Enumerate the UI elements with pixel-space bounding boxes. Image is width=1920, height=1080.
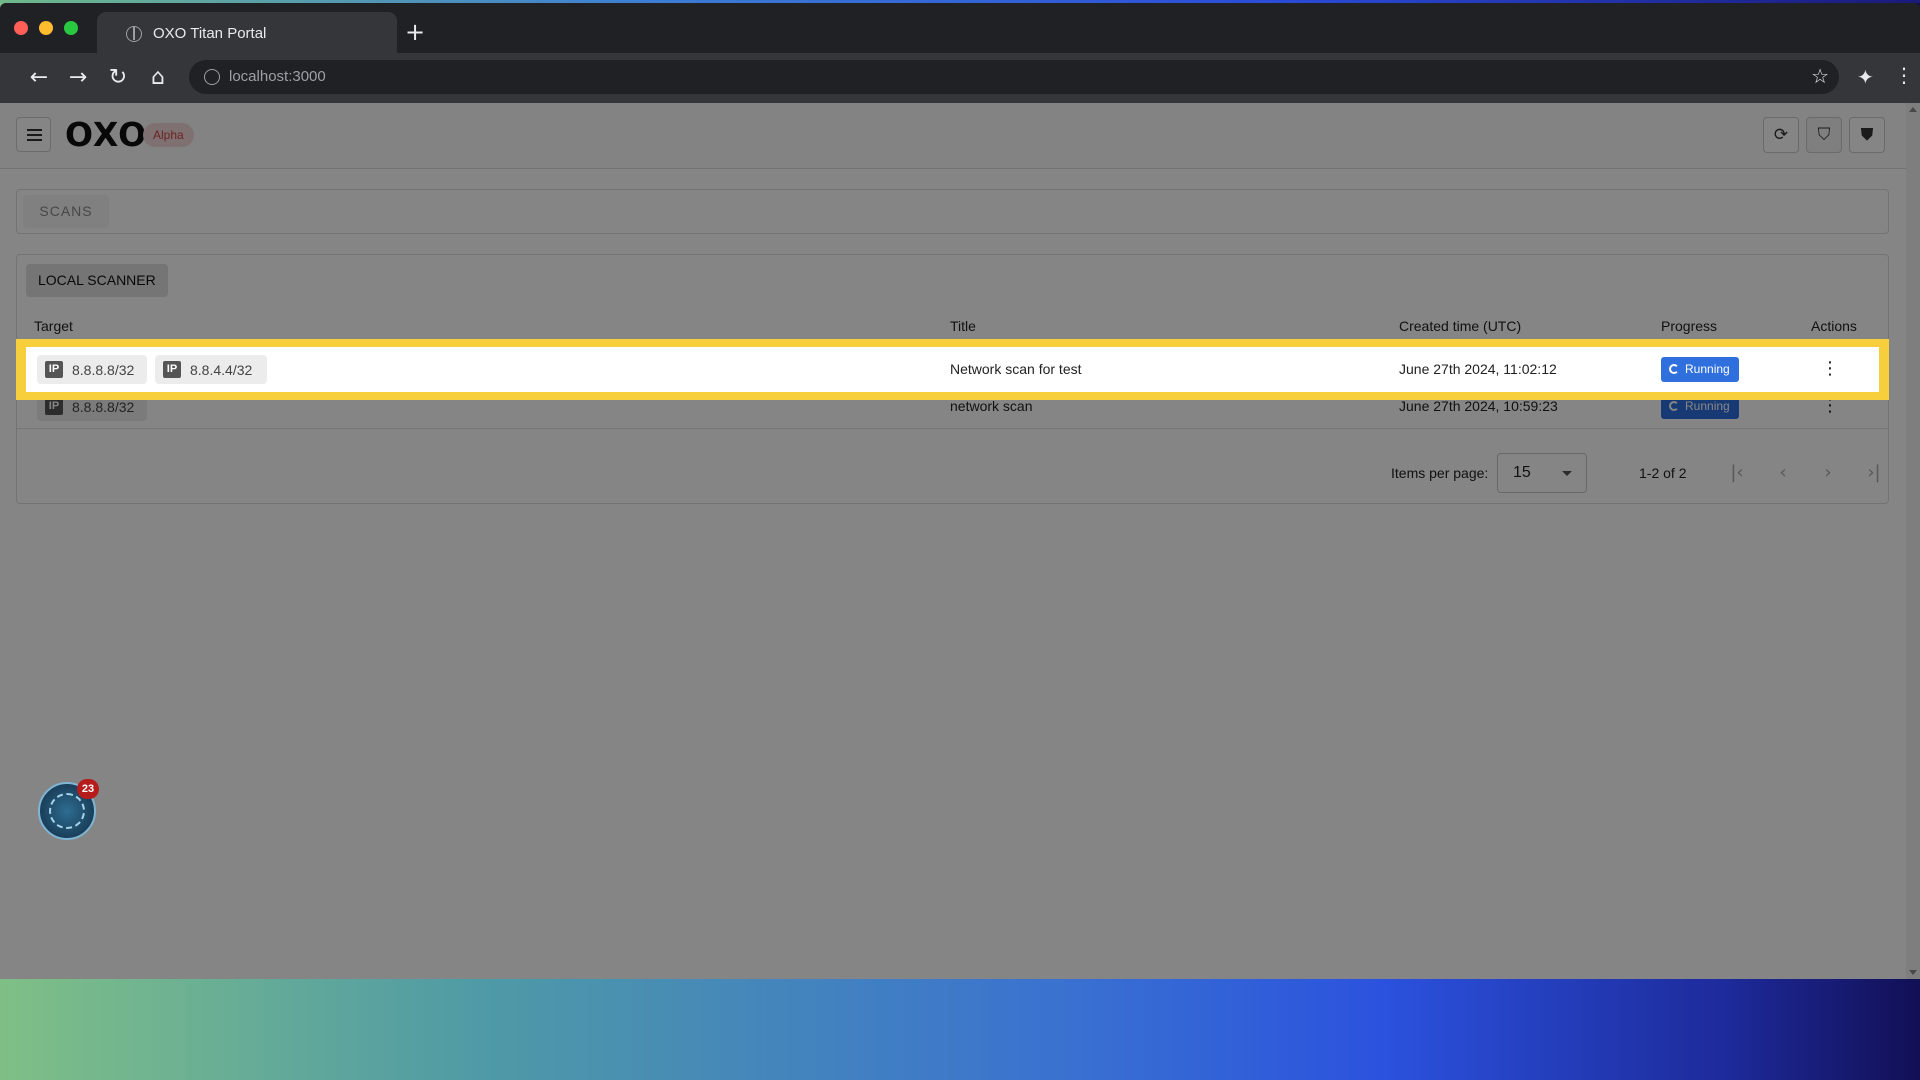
target-chip: IP 8.8.8.8/32	[37, 355, 147, 384]
browser-tab[interactable]: OXO Titan Portal	[97, 12, 397, 54]
notification-count-badge: 23	[77, 779, 99, 799]
target-value: 8.8.4.4/32	[190, 362, 253, 378]
sync-icon	[1669, 401, 1679, 411]
bookmark-star-icon[interactable]: ☆	[1811, 64, 1829, 88]
globe-icon	[126, 26, 142, 42]
target-value: 8.8.8.8/32	[72, 362, 135, 378]
ip-icon: IP	[163, 361, 181, 378]
next-page-icon[interactable]: ›	[1814, 459, 1842, 487]
status-badge: Running	[1661, 357, 1739, 382]
created-time: June 27th 2024, 10:59:23	[1399, 398, 1558, 414]
scan-title: network scan	[950, 398, 1033, 414]
last-page-icon[interactable]: ›|	[1860, 459, 1888, 487]
created-time: June 27th 2024, 11:02:12	[1399, 361, 1557, 377]
reload-icon[interactable]: ↻	[103, 63, 133, 93]
site-info-icon[interactable]	[204, 69, 220, 85]
browser-menu-icon[interactable]: ⋮	[1894, 63, 1914, 87]
oxo-logo[interactable]: OXO	[65, 115, 147, 154]
scroll-down-icon[interactable]	[1909, 970, 1917, 975]
dim-overlay	[0, 103, 1920, 979]
scroll-up-icon[interactable]	[1909, 107, 1917, 112]
browser-toolbar: ← → ↻ ⌂ localhost:3000 ☆ ✦ ⋮	[0, 53, 1920, 103]
forward-icon[interactable]: →	[63, 63, 93, 93]
pagination-bar: Items per page: 15 1-2 of 2 |‹ ‹ › ›|	[17, 445, 1888, 501]
tab-bar: OXO Titan Portal +	[0, 3, 1920, 54]
status-text: Running	[1685, 362, 1730, 376]
page-viewport: OXO Alpha ⟳ ⛉ ⛊ SCANS LOCAL SCANNER Targ…	[0, 103, 1920, 979]
items-per-page-value: 15	[1513, 464, 1531, 481]
chevron-down-icon	[1562, 471, 1572, 476]
shield-lock-icon[interactable]: ⛊	[1849, 117, 1885, 153]
scans-tab-bar: SCANS	[16, 189, 1889, 234]
minimize-window-button[interactable]	[39, 21, 53, 35]
local-scanner-button[interactable]: LOCAL SCANNER	[26, 264, 168, 297]
sync-icon	[1669, 364, 1679, 374]
url-text[interactable]: localhost:3000	[229, 68, 326, 85]
app-header: OXO Alpha ⟳ ⛉ ⛊	[0, 103, 1906, 169]
previous-page-icon[interactable]: ‹	[1769, 459, 1797, 487]
column-header-title: Title	[950, 318, 976, 334]
status-text: Running	[1685, 399, 1730, 413]
brain-icon	[49, 793, 85, 829]
items-per-page-label: Items per page:	[1391, 465, 1489, 481]
ip-icon: IP	[45, 361, 63, 378]
extensions-icon[interactable]: ✦	[1857, 65, 1874, 89]
tab-title: OXO Titan Portal	[153, 25, 267, 42]
column-header-target: Target	[34, 318, 73, 334]
page-scrollbar[interactable]	[1906, 103, 1920, 979]
target-value: 8.8.8.8/32	[72, 399, 135, 415]
table-row-highlighted[interactable]: IP 8.8.8.8/32 IP 8.8.4.4/32 Network scan…	[26, 347, 1879, 392]
maximize-window-button[interactable]	[64, 21, 78, 35]
row-actions-menu-icon[interactable]: ⋮	[1818, 357, 1842, 381]
home-icon[interactable]: ⌂	[143, 63, 173, 93]
new-tab-button[interactable]: +	[405, 20, 425, 44]
column-header-created: Created time (UTC)	[1399, 318, 1522, 334]
first-page-icon[interactable]: |‹	[1723, 459, 1751, 487]
hamburger-menu-button[interactable]	[16, 117, 51, 152]
shield-plus-icon[interactable]: ⟳	[1763, 117, 1799, 153]
tab-scans[interactable]: SCANS	[23, 195, 109, 228]
column-header-actions: Actions	[1811, 318, 1857, 334]
column-header-progress: Progress	[1661, 318, 1718, 334]
ip-icon: IP	[45, 398, 63, 415]
address-bar[interactable]: localhost:3000 ☆	[189, 60, 1839, 94]
target-chip: IP 8.8.4.4/32	[155, 355, 267, 384]
back-icon[interactable]: ←	[24, 63, 54, 93]
close-window-button[interactable]	[14, 21, 28, 35]
items-per-page-select[interactable]: 15	[1497, 453, 1587, 493]
shield-icon[interactable]: ⛉	[1806, 117, 1842, 153]
scan-title: Network scan for test	[950, 361, 1082, 377]
browser-window: OXO Titan Portal + ← → ↻ ⌂ localhost:300…	[0, 3, 1920, 979]
alpha-badge: Alpha	[143, 123, 194, 147]
highlight-frame: IP 8.8.8.8/32 IP 8.8.4.4/32 Network scan…	[16, 339, 1889, 400]
pagination-range: 1-2 of 2	[1639, 465, 1687, 481]
